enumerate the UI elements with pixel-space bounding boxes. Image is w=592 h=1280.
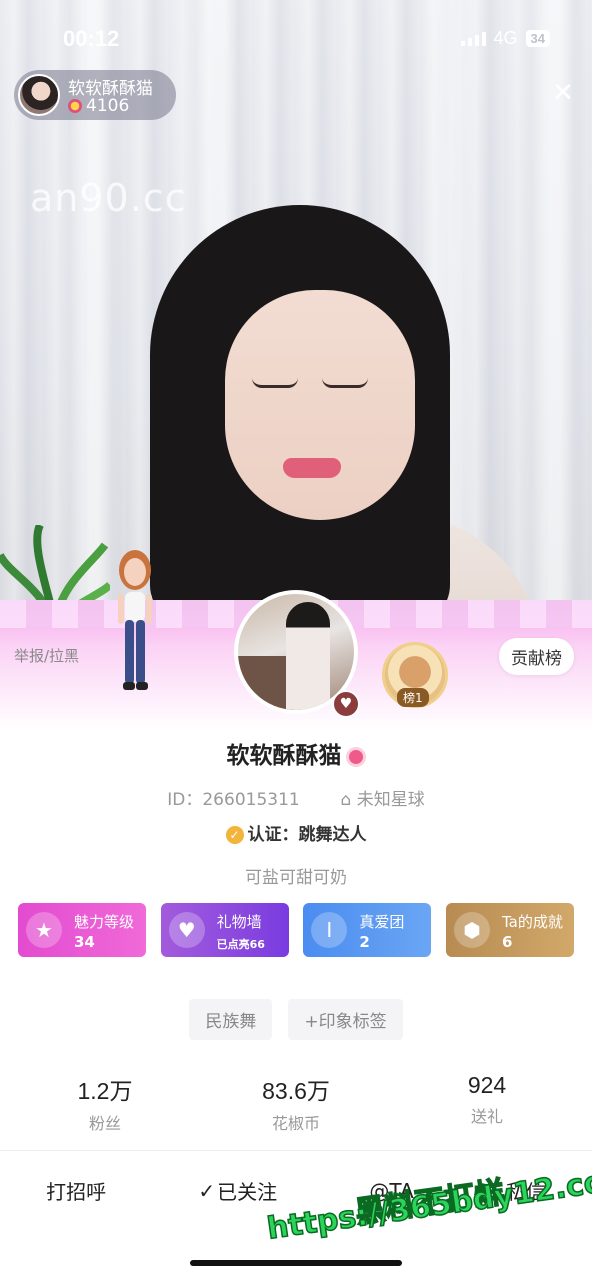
user-id: ID：266015311 — [167, 790, 300, 810]
verified-icon: ✓ — [225, 826, 244, 844]
avatar-figure — [286, 602, 330, 710]
stat-coins[interactable]: 83.6万 花椒币 — [221, 1072, 371, 1134]
stat-fans[interactable]: 1.2万 粉丝 — [30, 1072, 180, 1134]
profile-name-row: 软软酥酥猫 — [0, 736, 592, 770]
trophy-icon: ⬢ — [453, 912, 490, 948]
greet-button[interactable]: 打招呼 — [46, 1176, 106, 1205]
close-icon[interactable]: ✕ — [552, 80, 574, 106]
certification-row: ✓ 认证：跳舞达人 — [0, 820, 592, 845]
status-indicators: 4G 34 — [460, 28, 550, 49]
bio: 可盐可甜可奶 — [245, 868, 347, 888]
report-block-link[interactable]: 举报/拉黑 — [14, 645, 79, 666]
status-time: 00:12 — [63, 26, 120, 51]
check-icon: ✓ — [198, 1178, 216, 1203]
id-row: ID：266015311 ⌂ 未知星球 — [0, 785, 592, 810]
divider — [0, 1150, 592, 1151]
streamer-eye — [322, 378, 368, 388]
followed-button[interactable]: ✓ 已关注 — [198, 1176, 277, 1205]
top-fan-label: 榜1 — [397, 688, 429, 707]
add-tag-button[interactable]: +印象标签 — [288, 999, 403, 1040]
card-value: 2 — [359, 933, 370, 951]
stat-value: 1.2万 — [77, 1078, 133, 1104]
host-score-value: 4106 — [86, 96, 130, 116]
heart-badge-icon: ♥ — [332, 690, 360, 718]
charm-level-card[interactable]: ★ 魅力等级 34 — [18, 903, 146, 957]
battery-icon: 34 — [525, 30, 550, 47]
card-title: 魅力等级 — [74, 913, 135, 931]
level-icon — [345, 746, 366, 767]
cartoon-avatar[interactable] — [110, 548, 160, 698]
heart-icon: ♥ — [168, 912, 205, 948]
streamer-face — [225, 290, 415, 520]
host-avatar[interactable] — [18, 74, 60, 116]
location-icon: ⌂ — [340, 790, 352, 810]
stats-row: 1.2万 粉丝 83.6万 花椒币 924 送礼 — [30, 1072, 562, 1134]
stat-label: 粉丝 — [88, 1114, 121, 1133]
tag-list: 民族舞 +印象标签 — [0, 999, 592, 1040]
stat-label: 送礼 — [470, 1107, 503, 1126]
signal-icon — [460, 31, 486, 46]
gift-wall-card[interactable]: ♥ 礼物墙 已点亮66 — [160, 903, 289, 957]
home-indicator[interactable] — [190, 1260, 402, 1266]
stat-label: 花椒币 — [271, 1114, 320, 1133]
profile-name: 软软酥酥猫 — [226, 743, 342, 769]
location: 未知星球 — [356, 790, 425, 810]
host-info-pill[interactable]: 软软酥酥猫 4106 — [14, 70, 176, 120]
certification-text: 认证：跳舞达人 — [247, 825, 367, 845]
greet-label: 打招呼 — [46, 1180, 107, 1204]
network-type: 4G — [493, 28, 518, 48]
card-title: Ta的成就 — [501, 913, 563, 931]
streamer-lips — [283, 458, 341, 478]
stat-value: 83.6万 — [262, 1078, 330, 1104]
achievements-card[interactable]: ⬢ Ta的成就 6 — [445, 903, 574, 957]
host-score: 4106 — [68, 96, 129, 116]
tag-item[interactable]: 民族舞 — [189, 999, 273, 1040]
fan-club-card[interactable]: I 真爱团 2 — [303, 903, 432, 957]
followed-label: 已关注 — [217, 1180, 278, 1204]
coin-icon — [68, 99, 82, 113]
card-value: 34 — [74, 933, 95, 951]
badge-icon: I — [311, 912, 348, 948]
watermark: an90.cc — [30, 176, 187, 220]
streamer-eye — [252, 378, 298, 388]
feature-cards: ★ 魅力等级 34 ♥ 礼物墙 已点亮66 I 真爱团 2 ⬢ Ta的成就 6 — [18, 903, 574, 957]
card-value: 6 — [501, 933, 513, 951]
card-title: 真爱团 — [359, 913, 405, 931]
live-video[interactable]: an90.cc 00:12 4G 34 软软酥酥猫 4106 ✕ — [0, 0, 592, 640]
card-title: 礼物墙 — [216, 913, 262, 931]
stat-value: 924 — [467, 1072, 507, 1098]
card-value: 已点亮66 — [216, 938, 265, 951]
contribution-rank-button[interactable]: 贡献榜 — [499, 638, 574, 675]
star-icon: ★ — [26, 912, 62, 948]
stat-gifts[interactable]: 924 送礼 — [412, 1072, 562, 1134]
